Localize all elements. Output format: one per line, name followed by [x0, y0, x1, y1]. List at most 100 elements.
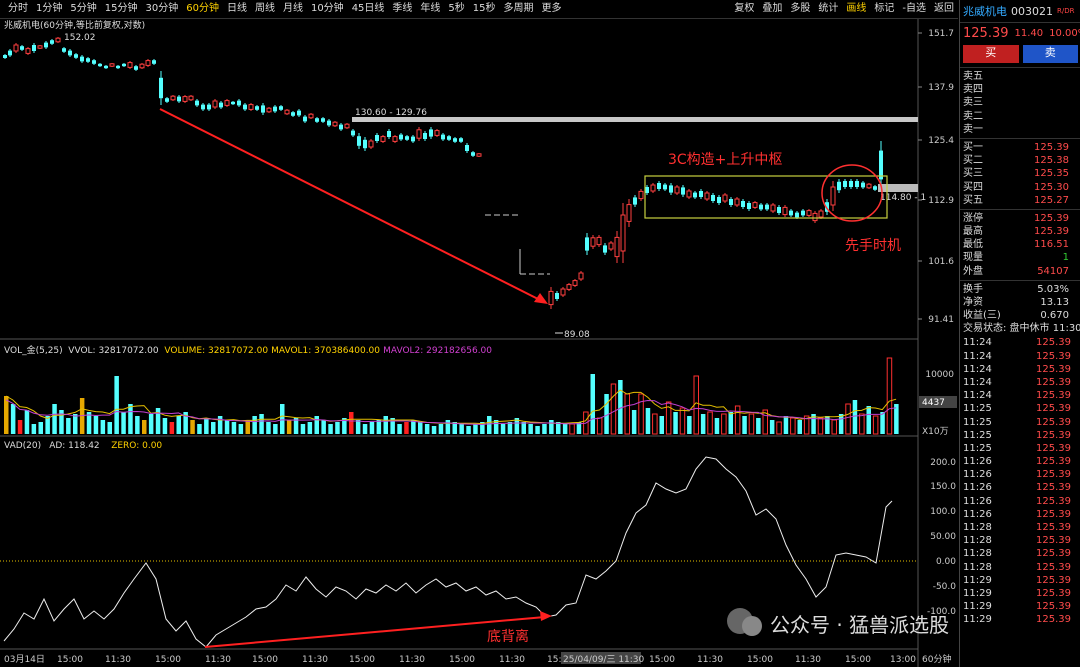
candle-body: [224, 100, 230, 106]
trade-time: 11:25: [963, 416, 992, 428]
trade-row: 11:29 125.39: [960, 574, 1080, 587]
toolbar-action-2[interactable]: 多股: [786, 0, 814, 18]
stock-name[interactable]: 兆威机电: [963, 3, 1007, 19]
sell-button[interactable]: 卖: [1022, 45, 1078, 63]
stat-row-value: 116.51: [1034, 239, 1069, 251]
period-tab-1[interactable]: 1分钟: [32, 0, 66, 18]
kline-chart[interactable]: 兆威机电(60分钟,等比前复权,对数) 151.7 137.9 125.4 112.9 1…: [0, 19, 958, 667]
ask-row-label: 卖二: [963, 110, 983, 122]
volume-bar: [107, 422, 112, 434]
volume-bar: [176, 416, 181, 434]
trade-buttons: 买 卖: [960, 43, 1080, 65]
volume-bar: [645, 408, 651, 434]
fund-row-value: 0.670: [1040, 310, 1069, 322]
trade-time: 11:24: [963, 350, 992, 362]
vad-axis-label: 50.00: [930, 532, 956, 542]
volume-bar: [590, 374, 595, 434]
candle-body: [8, 50, 12, 56]
stat-row-value: 54107: [1037, 265, 1069, 277]
period-tab-9[interactable]: 10分钟: [307, 0, 348, 18]
period-tab-5[interactable]: 60分钟: [182, 0, 223, 18]
toolbar-action-1[interactable]: 叠加: [758, 0, 786, 18]
candle-body: [109, 63, 115, 67]
fund-row-value: 5.03%: [1037, 283, 1069, 295]
trade-price: 125.39: [1036, 522, 1071, 533]
volume-bar: [659, 416, 664, 434]
candle-body: [237, 100, 241, 106]
period-tab-3[interactable]: 15分钟: [101, 0, 142, 18]
volume-bar: [335, 422, 340, 434]
trade-row: 11:28 125.39: [960, 534, 1080, 547]
candle-body: [344, 123, 350, 129]
candle-body: [80, 56, 84, 62]
candle-body: [339, 124, 343, 130]
volume-bar: [562, 424, 568, 434]
trade-time: 11:25: [963, 442, 992, 454]
trade-row: 11:25 125.39: [960, 402, 1080, 415]
trade-row: 11:26 125.39: [960, 495, 1080, 508]
candle-body: [596, 236, 602, 246]
candle-body: [392, 136, 398, 142]
candle-body: [777, 207, 781, 213]
period-tab-10[interactable]: 45日线: [348, 0, 389, 18]
candle-body: [603, 245, 607, 253]
volume-bar: [231, 422, 237, 434]
period-tab-13[interactable]: 5秒: [444, 0, 468, 18]
fund-row: 换手 5.03%: [960, 283, 1080, 296]
volume-bar: [4, 396, 9, 434]
trade-price: 125.39: [1036, 363, 1071, 375]
volume-bar: [424, 424, 430, 434]
fund-row-label: 收益(三): [963, 310, 1001, 322]
wechat-icon: [742, 616, 762, 636]
candle-body: [759, 204, 763, 210]
time-axis-label: 15:00: [252, 655, 278, 665]
toolbar-action-7[interactable]: 返回: [930, 0, 958, 18]
stat-row: 现量 1: [960, 251, 1080, 264]
trade-time: 11:25: [963, 429, 992, 441]
volume-bar: [286, 420, 292, 434]
period-tab-11[interactable]: 季线: [388, 0, 416, 18]
candle-body: [717, 197, 721, 203]
period-tab-2[interactable]: 5分钟: [66, 0, 100, 18]
buy-button[interactable]: 买: [963, 45, 1019, 63]
bid-row-value: 125.27: [1034, 194, 1069, 206]
period-tab-14[interactable]: 15秒: [469, 0, 500, 18]
time-axis-label: 15:00: [747, 655, 773, 665]
toolbar-action-4[interactable]: 画线: [842, 0, 870, 18]
tick-trades-list[interactable]: 11:24 125.39 11:24 125.39 11:24 125.39 11:24 12…: [960, 336, 1080, 626]
volume-bar: [721, 413, 727, 435]
period-tab-12[interactable]: 年线: [416, 0, 444, 18]
candle-body: [674, 186, 680, 194]
period-tab-6[interactable]: 日线: [223, 0, 251, 18]
period-tab-0[interactable]: 分时: [4, 0, 32, 18]
trade-price: 125.39: [1036, 337, 1071, 349]
ask-row: 卖四: [960, 83, 1080, 96]
time-axis-label: 11:30: [205, 655, 231, 665]
candle-body: [122, 63, 126, 67]
period-tab-7[interactable]: 周线: [251, 0, 279, 18]
period-tab-16[interactable]: 更多: [538, 0, 566, 18]
volume-bar: [217, 416, 223, 434]
candle-body: [416, 129, 422, 139]
toolbar-action-0[interactable]: 复权: [730, 0, 758, 18]
period-tab-8[interactable]: 月线: [279, 0, 307, 18]
volume-bar: [748, 413, 755, 435]
trade-time: 11:24: [963, 363, 992, 375]
stat-row-value: 125.39: [1034, 212, 1069, 224]
trade-time: 11:26: [963, 482, 992, 494]
period-tab-15[interactable]: 多周期: [500, 0, 538, 18]
candle-body: [590, 237, 596, 247]
candle-body: [747, 203, 751, 209]
volume-bar: [618, 380, 623, 434]
candle-body: [159, 77, 163, 99]
ask-row-label: 卖三: [963, 97, 983, 109]
toolbar-action-5[interactable]: 标记: [870, 0, 898, 18]
trade-time: 11:26: [963, 469, 992, 481]
toolbar-action-6[interactable]: -自选: [898, 0, 930, 18]
trade-row: 11:26 125.39: [960, 508, 1080, 521]
period-tab-4[interactable]: 30分钟: [141, 0, 182, 18]
toolbar-action-3[interactable]: 统计: [814, 0, 842, 18]
volume-bar: [349, 412, 354, 434]
candle-body: [729, 199, 733, 205]
fund-row: 净资 13.13: [960, 296, 1080, 309]
